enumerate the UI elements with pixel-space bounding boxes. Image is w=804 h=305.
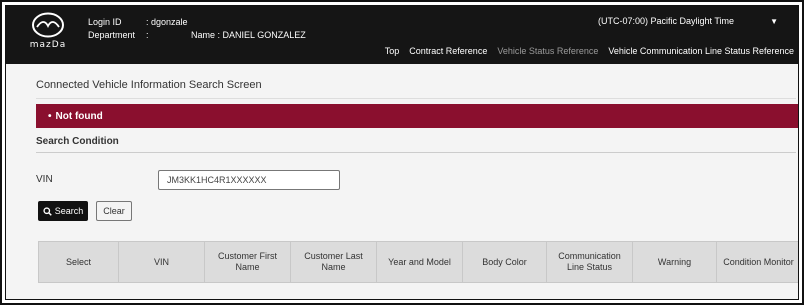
column-header: Communication Line Status — [546, 241, 633, 283]
alert-bullet: • — [48, 110, 52, 122]
brand-logo[interactable]: mazDa — [28, 12, 68, 56]
column-header: Year and Model — [376, 241, 463, 283]
vin-input[interactable] — [158, 170, 340, 190]
name-value: : DANIEL GONZALEZ — [217, 30, 306, 40]
user-info: Login ID : dgonzale Department : — [88, 16, 188, 42]
main-nav: Top Contract Reference Vehicle Status Re… — [385, 46, 794, 56]
department-value: : — [146, 30, 149, 40]
column-header: Condition Monitor — [716, 241, 798, 283]
column-header: VIN — [118, 241, 205, 283]
divider — [36, 98, 796, 99]
search-icon — [43, 206, 52, 216]
department-label: Department — [88, 30, 136, 40]
chevron-down-icon: ▼ — [770, 16, 778, 26]
results-table: Select VIN Customer First Name Customer … — [38, 241, 798, 283]
error-alert: • Not found — [36, 104, 798, 128]
main-content: Connected Vehicle Information Search Scr… — [6, 64, 798, 299]
section-title: Search Condition — [36, 136, 119, 147]
page-title: Connected Vehicle Information Search Scr… — [36, 79, 262, 91]
column-header: Customer First Name — [204, 241, 291, 283]
mazda-logo-icon — [32, 12, 64, 38]
name-info: Name : DANIEL GONZALEZ — [191, 30, 306, 40]
name-label: Name — [191, 30, 216, 40]
vin-label: VIN — [36, 174, 53, 185]
search-button-label: Search — [54, 206, 84, 216]
column-header: Body Color — [462, 241, 547, 283]
nav-item-contract-reference[interactable]: Contract Reference — [409, 46, 487, 56]
timezone-value: (UTC-07:00) Pacific Daylight Time — [598, 16, 735, 26]
column-header: Select — [38, 241, 119, 283]
nav-item-top[interactable]: Top — [385, 46, 400, 56]
column-header: Warning — [632, 241, 717, 283]
top-header: mazDa Login ID : dgonzale Department : N… — [6, 6, 798, 64]
login-id-label: Login ID — [88, 17, 122, 27]
app-window: mazDa Login ID : dgonzale Department : N… — [5, 5, 799, 300]
table-header-row: Select VIN Customer First Name Customer … — [38, 241, 798, 283]
column-header: Customer Last Name — [290, 241, 377, 283]
clear-button[interactable]: Clear — [96, 201, 132, 221]
login-id-value: : dgonzale — [146, 17, 188, 27]
alert-message: Not found — [55, 110, 103, 122]
search-button[interactable]: Search — [38, 201, 88, 221]
timezone-select[interactable]: (UTC-07:00) Pacific Daylight Time ▼ — [594, 12, 784, 30]
nav-item-vehicle-status-reference[interactable]: Vehicle Status Reference — [497, 46, 598, 56]
divider — [36, 152, 796, 153]
logo-wordmark: mazDa — [29, 40, 67, 50]
nav-item-vehicle-communication-line-status-reference[interactable]: Vehicle Communication Line Status Refere… — [608, 46, 794, 56]
